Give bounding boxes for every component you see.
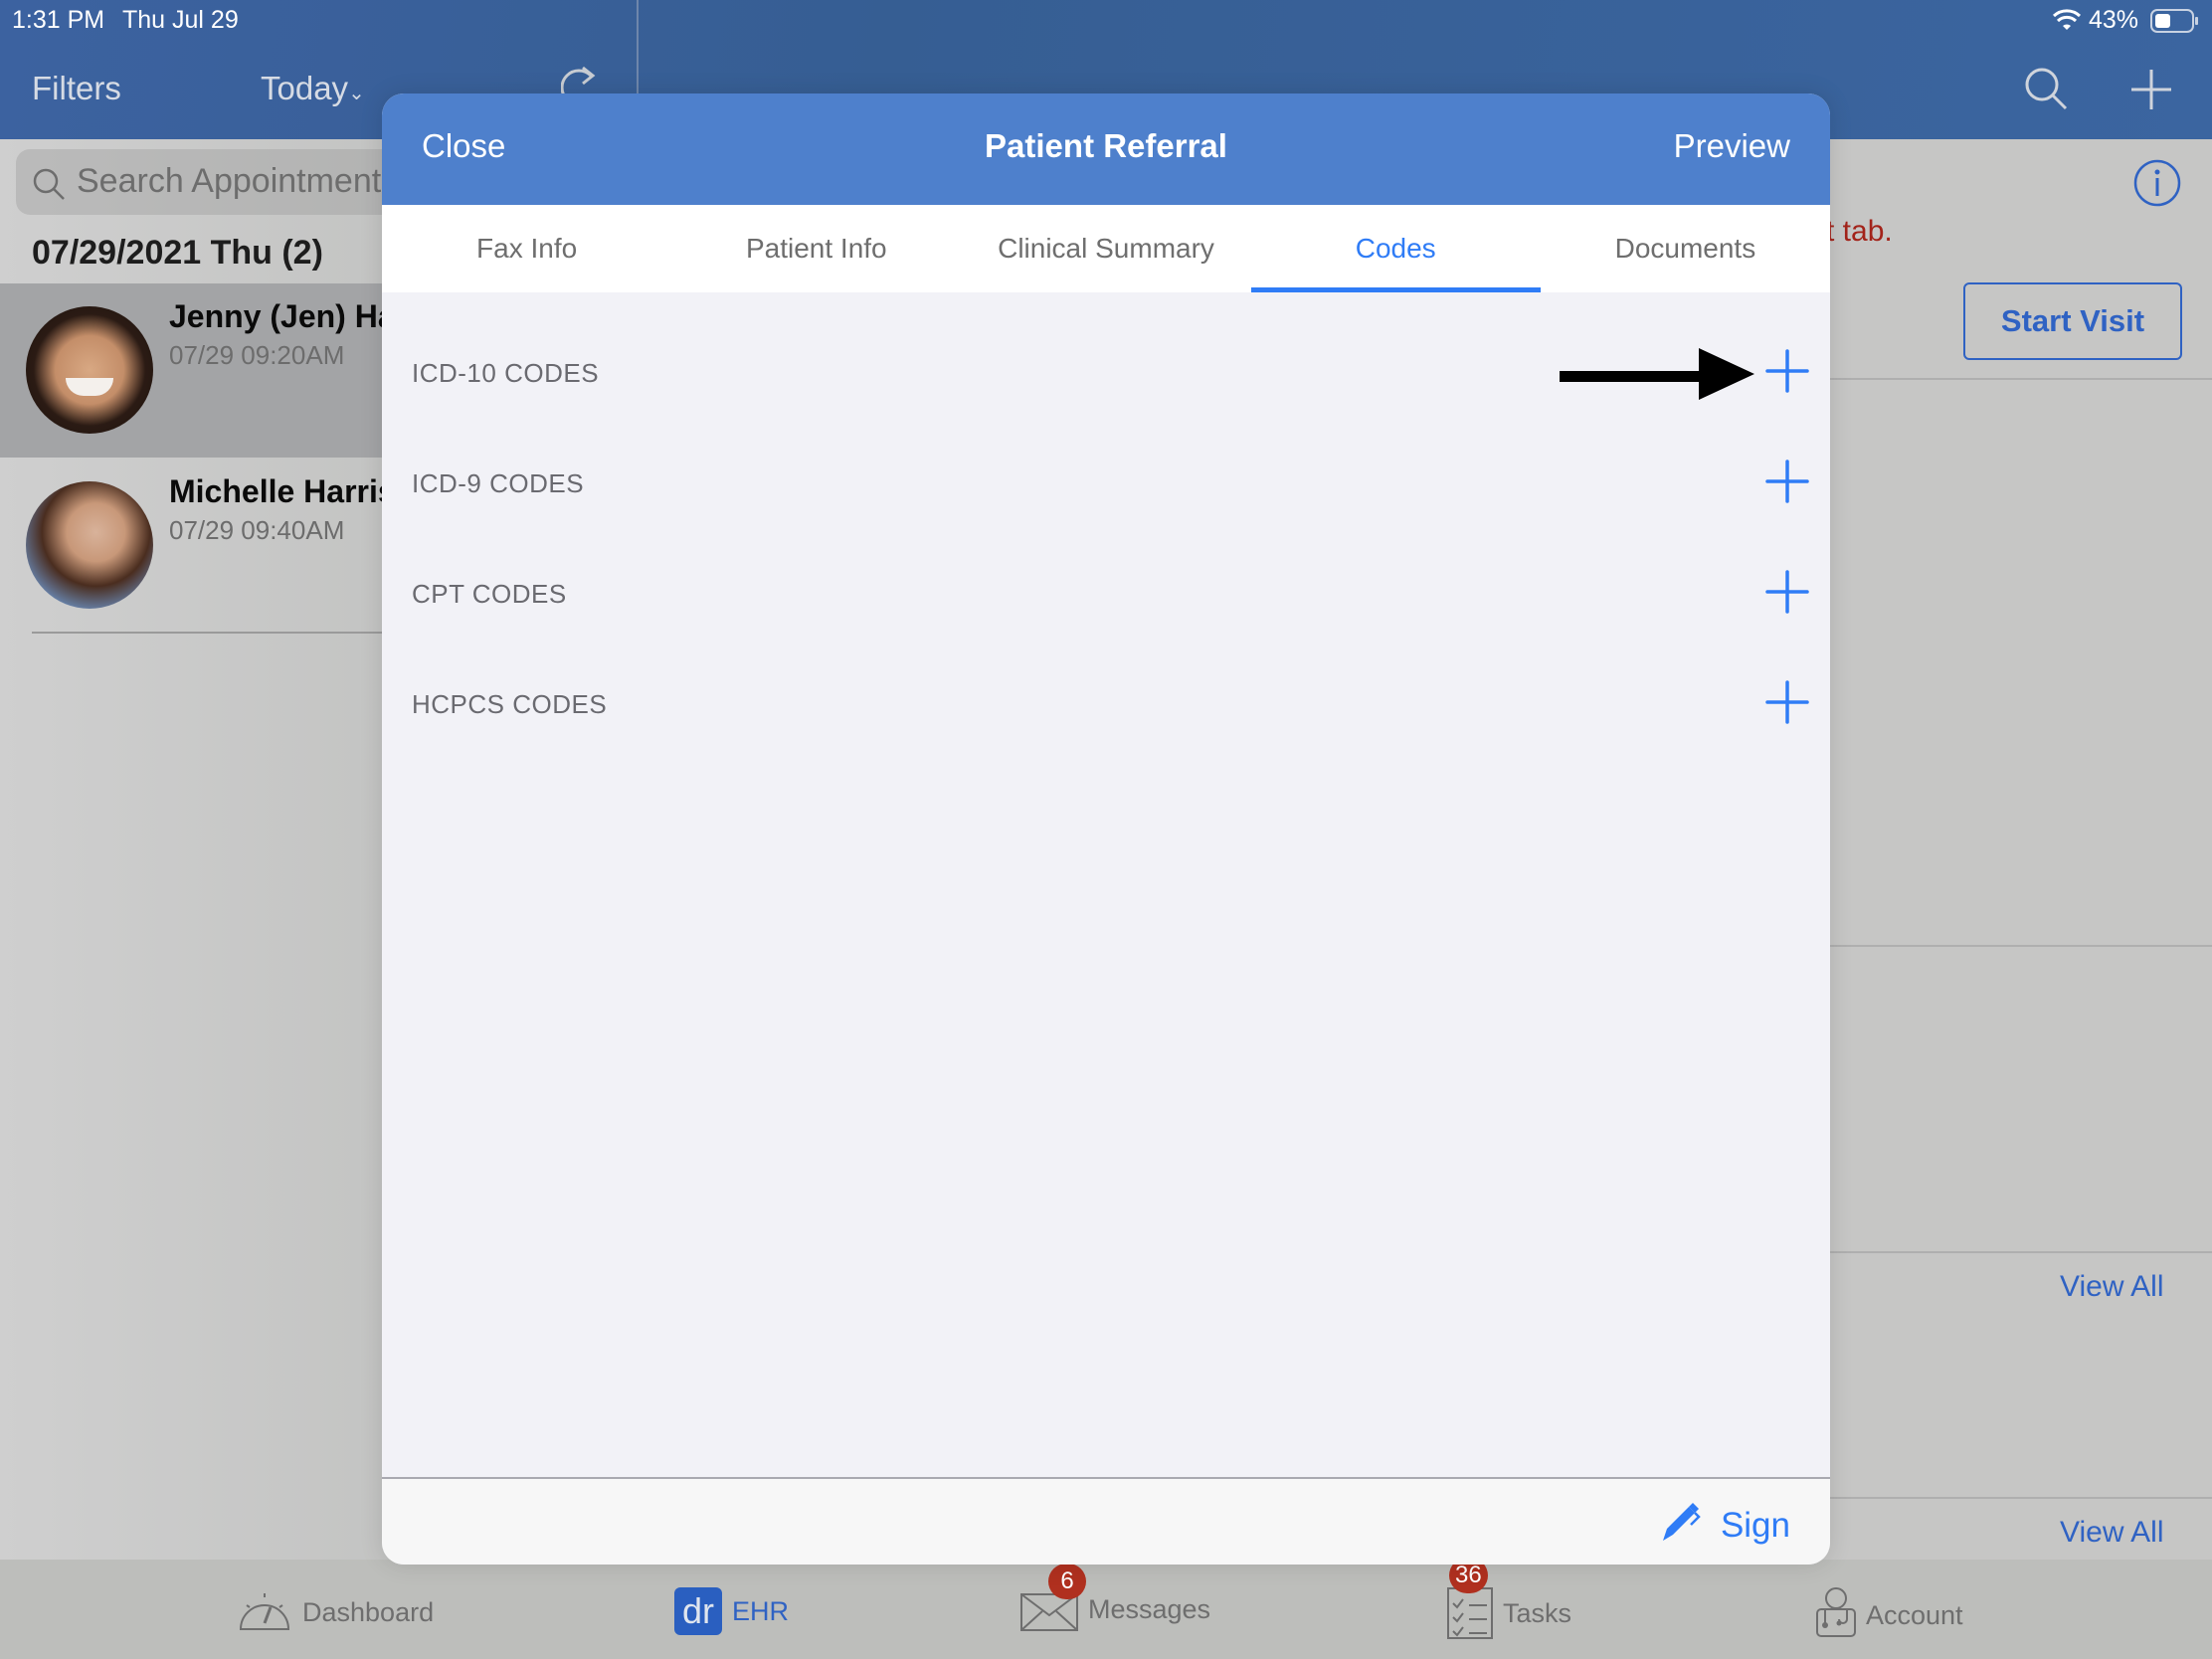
plus-icon [1765, 349, 1809, 393]
avatar [26, 306, 153, 434]
modal-footer: Sign [382, 1477, 1830, 1565]
plus-icon [1765, 570, 1809, 614]
patient-referral-modal: Patient Referral Close Preview Fax Info … [382, 93, 1830, 1565]
code-section-icd9: ICD-9 CODES [382, 429, 1830, 539]
section-divider [1830, 1497, 2212, 1499]
add-icd9-code-button[interactable] [1764, 459, 1810, 504]
tab-codes[interactable]: Codes [1250, 205, 1542, 292]
tab-label: Messages [1088, 1593, 1211, 1624]
tab-messages[interactable]: 6 Messages [1020, 1564, 1211, 1631]
envelope-icon: 6 [1020, 1564, 1086, 1631]
pen-icon [1659, 1499, 1703, 1552]
search-icon[interactable] [2023, 66, 2069, 111]
messages-badge: 6 [1048, 1564, 1086, 1599]
tab-account[interactable]: Account [1816, 1587, 1963, 1644]
sign-button[interactable]: Sign [1659, 1499, 1790, 1552]
view-all-link[interactable]: View All [2060, 1516, 2164, 1550]
checklist-icon: 36 [1447, 1558, 1493, 1639]
section-label: HCPCS CODES [412, 689, 608, 719]
annotation-arrow-icon [1560, 348, 1754, 409]
tab-fax-info[interactable]: Fax Info [382, 205, 671, 292]
date-header: 07/29/2021 Thu (2) [32, 234, 323, 272]
filters-button[interactable]: Filters [32, 70, 121, 107]
tab-dashboard[interactable]: Dashboard [237, 1587, 434, 1638]
start-visit-button[interactable]: Start Visit [1963, 282, 2182, 360]
avatar [26, 481, 153, 609]
plus-icon [1765, 460, 1809, 503]
avatar-smile [66, 378, 113, 396]
add-cpt-code-button[interactable] [1764, 569, 1810, 615]
tab-label: Dashboard [302, 1597, 435, 1627]
section-label: CPT CODES [412, 579, 567, 609]
info-icon[interactable] [2133, 159, 2181, 207]
section-divider [1830, 378, 2212, 380]
tab-documents[interactable]: Documents [1541, 205, 1830, 292]
tab-label: Account [1866, 1600, 1963, 1630]
status-date: Thu Jul 29 [122, 6, 239, 34]
modal-header: Patient Referral Close Preview [382, 93, 1830, 205]
chevron-down-icon: ⌄ [348, 83, 365, 104]
tab-tasks[interactable]: 36 Tasks [1447, 1558, 1572, 1639]
preview-button[interactable]: Preview [1674, 127, 1790, 165]
add-hcpcs-code-button[interactable] [1764, 679, 1810, 725]
search-icon [32, 167, 66, 201]
tab-clinical-summary[interactable]: Clinical Summary [961, 205, 1250, 292]
notice-text: t tab. [1826, 215, 1893, 248]
patient-name[interactable]: Michelle Harris [169, 473, 382, 510]
patient-name[interactable]: Jenny (Jen) Ha [169, 298, 382, 335]
dashboard-gauge-icon [237, 1587, 292, 1638]
today-label: Today [261, 70, 349, 106]
tab-patient-info[interactable]: Patient Info [671, 205, 961, 292]
battery-icon [2150, 8, 2200, 34]
view-all-link[interactable]: View All [2060, 1270, 2164, 1304]
modal-tab-bar: Fax Info Patient Info Clinical Summary C… [382, 205, 1830, 292]
today-dropdown[interactable]: Today⌄ [261, 70, 365, 107]
appointment-time: 07/29 09:20AM [169, 340, 345, 370]
tab-ehr[interactable]: dr EHR [674, 1587, 789, 1635]
plus-icon [1765, 680, 1809, 724]
add-icd10-code-button[interactable] [1764, 348, 1810, 394]
dr-logo-icon: dr [674, 1587, 722, 1635]
section-label: ICD-9 CODES [412, 468, 585, 498]
appointment-time: 07/29 09:40AM [169, 515, 345, 545]
sign-label: Sign [1720, 1505, 1790, 1545]
tab-label: Tasks [1503, 1597, 1572, 1628]
modal-title: Patient Referral [985, 127, 1227, 164]
doctor-account-icon [1816, 1587, 1856, 1644]
code-section-icd10: ICD-10 CODES [382, 318, 1830, 429]
status-time: 1:31 PM [12, 6, 105, 34]
section-divider [1830, 945, 2212, 947]
battery-percent: 43% [2089, 6, 2139, 34]
section-label: ICD-10 CODES [412, 358, 600, 388]
plus-icon[interactable] [2129, 68, 2173, 111]
tab-label: EHR [732, 1595, 790, 1626]
search-placeholder: Search Appointments [77, 162, 399, 200]
section-divider [1830, 1251, 2212, 1253]
wifi-icon [2052, 8, 2082, 32]
code-section-hcpcs: HCPCS CODES [382, 649, 1830, 760]
code-section-cpt: CPT CODES [382, 539, 1830, 649]
close-button[interactable]: Close [422, 127, 505, 165]
